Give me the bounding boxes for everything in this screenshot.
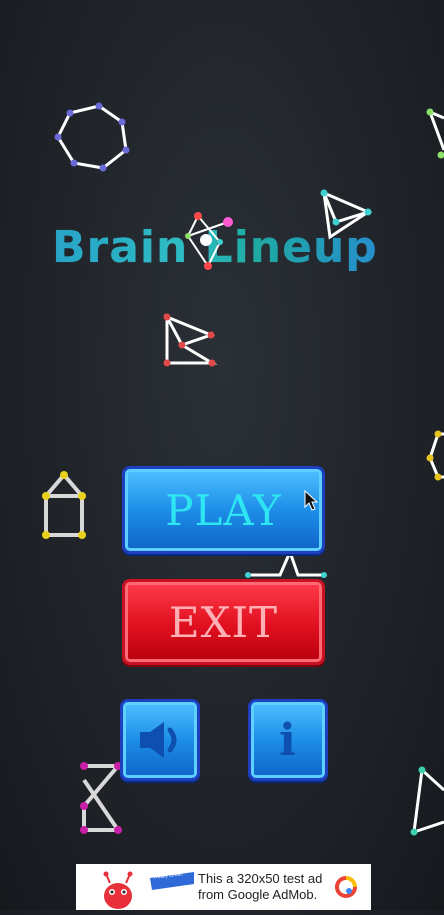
hourglass-shape [80, 762, 122, 834]
ad-banner[interactable]: Really Great! This a 320x50 test ad from… [76, 864, 371, 910]
ad-line-2: from Google AdMob. [198, 887, 328, 903]
sound-toggle-button[interactable] [120, 699, 200, 781]
diamond-shape-right [427, 431, 444, 481]
house-shape [42, 471, 86, 539]
exit-button[interactable]: EXIT [122, 579, 325, 665]
exit-button-label: EXIT [169, 598, 278, 647]
info-button[interactable]: i [248, 699, 328, 781]
ad-line-1: This a 320x50 test ad [198, 871, 328, 887]
info-icon: i [279, 715, 297, 766]
speaker-icon [136, 718, 184, 762]
heptagon-shape [55, 103, 130, 172]
play-button[interactable]: PLAY [122, 466, 325, 554]
background-shapes [0, 0, 444, 910]
play-button-label: PLAY [165, 486, 282, 535]
star-shape [245, 552, 327, 578]
ad-text: This a 320x50 test ad from Google AdMob. [198, 871, 328, 903]
ad-monster-graphic: Really Great! [76, 864, 198, 910]
edge-shape-right [427, 109, 444, 159]
triangle-shape-middle [164, 314, 216, 367]
triangle-shape-bottom-right [411, 767, 444, 836]
mouse-cursor-icon [304, 490, 318, 512]
logo-network-icon [168, 206, 238, 276]
admob-logo-icon [334, 875, 358, 899]
